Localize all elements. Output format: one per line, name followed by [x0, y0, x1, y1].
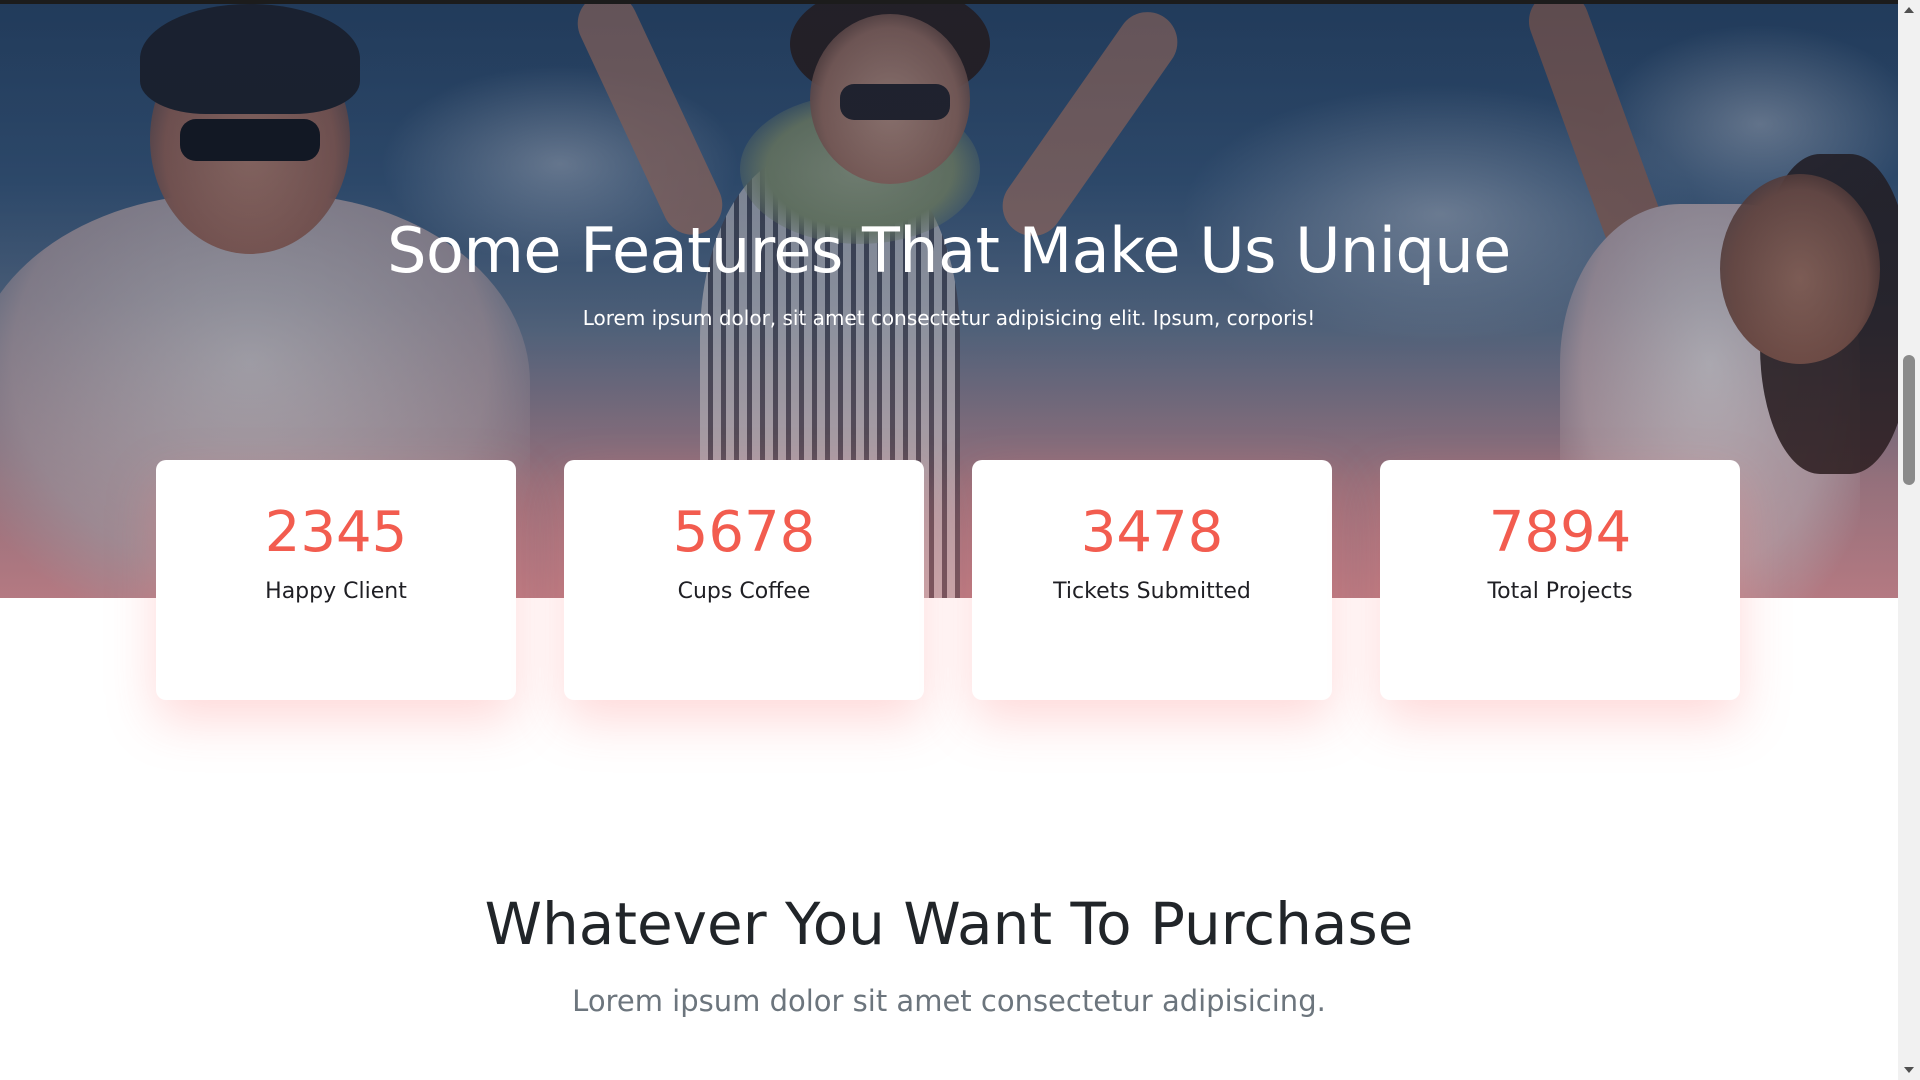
- page-scrollbar[interactable]: [1898, 0, 1920, 1080]
- arrow-up-icon[interactable]: [1898, 0, 1920, 20]
- stat-card-total-projects: 7894 Total Projects: [1380, 460, 1740, 700]
- arrow-down-icon[interactable]: [1898, 1060, 1920, 1080]
- stat-card-happy-client: 2345 Happy Client: [156, 460, 516, 700]
- stat-label: Cups Coffee: [677, 579, 811, 604]
- scrollbar-thumb[interactable]: [1903, 355, 1915, 485]
- stat-card-tickets-submitted: 3478 Tickets Submitted: [972, 460, 1332, 700]
- hero-subtitle: Lorem ipsum dolor, sit amet consectetur …: [582, 306, 1316, 330]
- purchase-subtitle: Lorem ipsum dolor sit amet consectetur a…: [572, 984, 1326, 1018]
- stat-card-cups-coffee: 5678 Cups Coffee: [564, 460, 924, 700]
- stat-number: 7894: [1488, 500, 1632, 565]
- stat-label: Happy Client: [265, 579, 407, 604]
- purchase-title: Whatever You Want To Purchase: [484, 890, 1414, 958]
- stats-row: 2345 Happy Client 5678 Cups Coffee 3478 …: [156, 460, 1741, 700]
- stat-label: Tickets Submitted: [1053, 579, 1251, 604]
- hero-title: Some Features That Make Us Unique: [387, 214, 1511, 287]
- stat-number: 5678: [672, 500, 816, 565]
- stat-label: Total Projects: [1487, 579, 1633, 604]
- stat-number: 3478: [1080, 500, 1224, 565]
- stat-number: 2345: [264, 500, 408, 565]
